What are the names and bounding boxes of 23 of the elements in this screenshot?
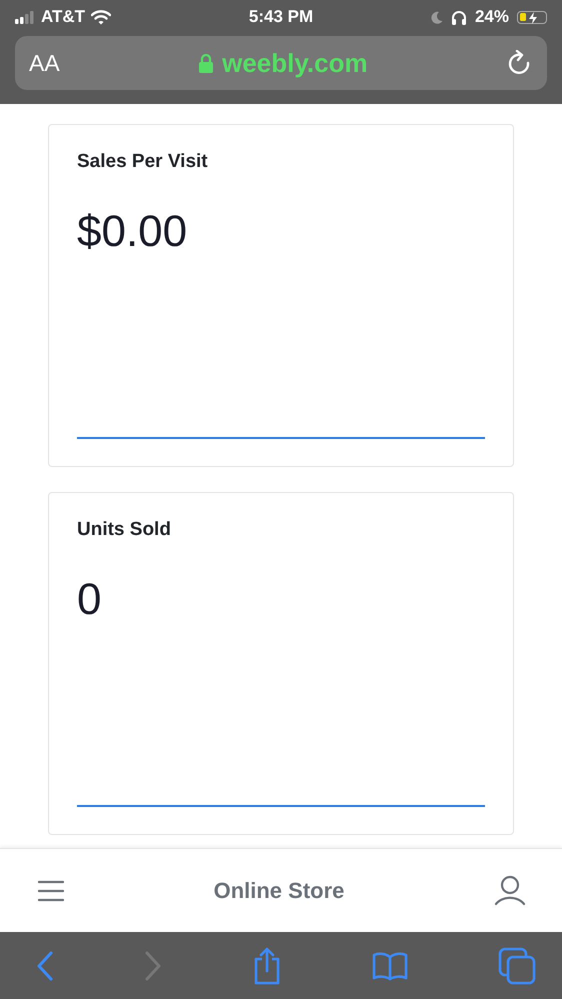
- share-icon[interactable]: [252, 946, 282, 984]
- battery-percent: 24%: [474, 7, 509, 27]
- address-text: weebly.com: [222, 48, 368, 78]
- stat-value: 0: [77, 575, 102, 625]
- signal-icon: [15, 10, 35, 24]
- reload-icon[interactable]: [507, 50, 531, 76]
- book-icon[interactable]: [372, 950, 408, 980]
- carrier-name: AT&T: [41, 7, 86, 27]
- text-size-button[interactable]: AA: [29, 50, 60, 76]
- user-icon[interactable]: [494, 875, 526, 906]
- card-title: Units Sold: [77, 519, 172, 541]
- card-title: Sales Per Visit: [77, 151, 209, 173]
- back-icon[interactable]: [36, 950, 54, 980]
- stat-value: $0.00: [77, 207, 188, 257]
- address-bar[interactable]: AA weebly.com: [15, 36, 547, 90]
- moon-icon: [430, 10, 443, 24]
- headphones-icon: [450, 10, 467, 24]
- clock-time: 5:43 PM: [248, 7, 314, 27]
- page-title: Online Store: [214, 878, 344, 904]
- tabs-icon[interactable]: [498, 946, 536, 984]
- battery-icon: [517, 10, 547, 24]
- wifi-icon: [91, 10, 112, 24]
- menu-icon[interactable]: [38, 880, 64, 902]
